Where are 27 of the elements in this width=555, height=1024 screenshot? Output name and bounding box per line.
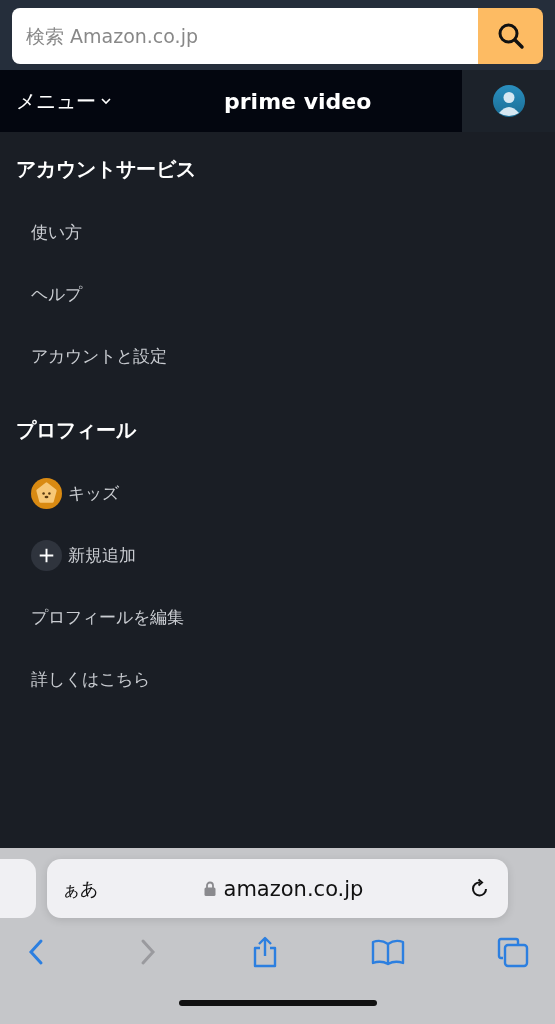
chevron-down-icon xyxy=(100,97,112,105)
menu-item[interactable]: 詳しくはこちら xyxy=(31,667,150,691)
text-size-button[interactable]: ぁあ xyxy=(62,876,98,901)
address-bar[interactable]: ぁあ amazon.co.jp xyxy=(47,859,508,918)
logo: prime video xyxy=(224,88,372,114)
bookmarks-button[interactable] xyxy=(370,938,405,966)
book-icon xyxy=(370,938,405,966)
tabs-button[interactable] xyxy=(497,936,529,968)
menu-item[interactable]: ヘルプ xyxy=(31,282,82,306)
menu-item[interactable]: キッズ xyxy=(68,481,119,505)
search-icon xyxy=(495,21,526,51)
section-heading: プロフィール xyxy=(15,417,138,444)
menu-item[interactable]: アカウントと設定 xyxy=(31,344,167,368)
url-text: amazon.co.jp xyxy=(223,876,364,901)
avatar-icon[interactable] xyxy=(492,85,525,117)
menu-button[interactable]: メニュー xyxy=(0,87,112,115)
menu-item[interactable]: 新規追加 xyxy=(68,543,136,567)
kids-avatar-icon xyxy=(31,477,62,509)
menu-item[interactable]: 使い方 xyxy=(31,220,82,244)
search-button[interactable] xyxy=(478,8,543,64)
plus-icon xyxy=(31,539,62,571)
search-field[interactable]: 検索 Amazon.co.jp xyxy=(12,8,478,64)
section-heading: アカウントサービス xyxy=(15,156,197,183)
menu-item[interactable]: プロフィールを編集 xyxy=(31,605,184,629)
lock-icon xyxy=(203,881,216,896)
tabs-icon xyxy=(497,936,529,968)
tab-preview[interactable] xyxy=(0,859,36,918)
